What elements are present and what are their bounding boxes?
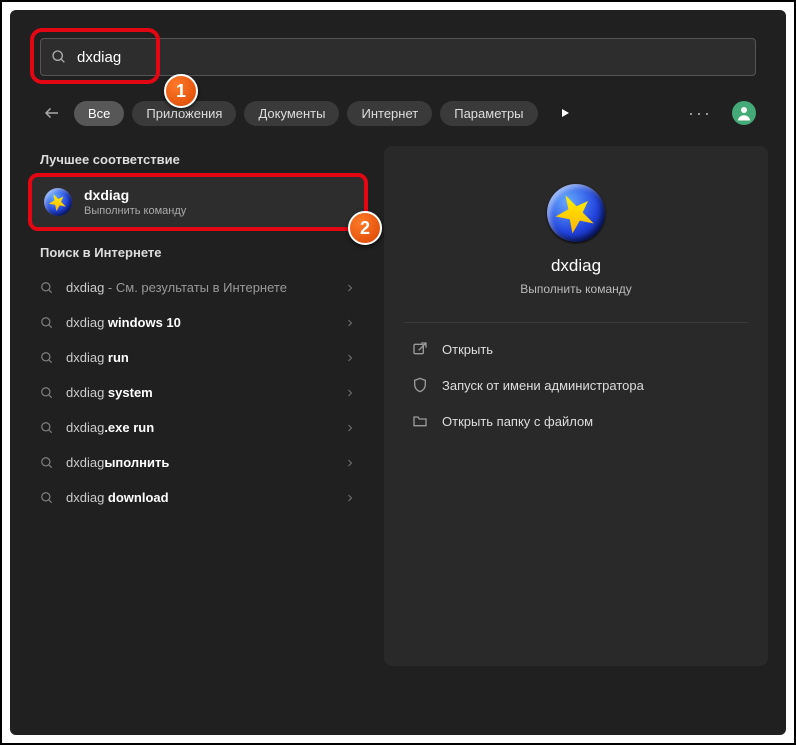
dxdiag-icon <box>44 188 72 216</box>
web-search-item[interactable]: dxdiag run <box>28 340 368 375</box>
annotation-highlight-2 <box>28 173 368 231</box>
search-box[interactable] <box>40 38 756 76</box>
search-icon <box>40 421 54 435</box>
action-folder[interactable]: Открыть папку с файлом <box>408 403 744 439</box>
back-button[interactable] <box>40 101 64 125</box>
play-icon <box>559 107 571 119</box>
web-search-item[interactable]: dxdiag windows 10 <box>28 305 368 340</box>
open-icon <box>412 341 428 357</box>
web-search-item[interactable]: dxdiagыполнить <box>28 445 368 480</box>
more-button[interactable]: ··· <box>688 103 712 124</box>
chevron-right-icon <box>344 387 356 399</box>
chevron-right-icon <box>344 352 356 364</box>
search-icon <box>40 491 54 505</box>
action-label: Открыть папку с файлом <box>442 414 593 429</box>
search-icon <box>40 351 54 365</box>
action-admin[interactable]: Запуск от имени администратора <box>408 367 744 403</box>
best-match-result[interactable]: dxdiag Выполнить команду 2 <box>32 177 364 227</box>
filter-row: ВсеПриложенияДокументыИнтернетПараметры … <box>40 100 756 126</box>
divider <box>404 322 748 323</box>
action-label: Запуск от имени администратора <box>442 378 644 393</box>
web-search-item[interactable]: dxdiag.exe run <box>28 410 368 445</box>
web-search-item[interactable]: dxdiag system <box>28 375 368 410</box>
chevron-right-icon <box>344 492 356 504</box>
filter-tab-документы[interactable]: Документы <box>244 101 339 126</box>
web-search-label: Поиск в Интернете <box>40 245 356 260</box>
detail-subtitle: Выполнить команду <box>408 282 744 296</box>
detail-title: dxdiag <box>408 256 744 276</box>
search-icon <box>40 281 54 295</box>
search-icon <box>40 316 54 330</box>
chevron-right-icon <box>344 282 356 294</box>
search-icon <box>40 386 54 400</box>
action-label: Открыть <box>442 342 493 357</box>
search-icon <box>51 49 67 65</box>
action-open[interactable]: Открыть <box>408 331 744 367</box>
annotation-badge-2: 2 <box>348 211 382 245</box>
chevron-right-icon <box>344 422 356 434</box>
chevron-right-icon <box>344 457 356 469</box>
detail-panel: dxdiag Выполнить команду Открыть Запуск о… <box>384 146 768 666</box>
dxdiag-icon-large <box>547 184 605 242</box>
filter-tab-параметры[interactable]: Параметры <box>440 101 537 126</box>
avatar-icon <box>735 104 753 122</box>
folder-icon <box>412 413 428 429</box>
shield-icon <box>412 377 428 393</box>
best-match-subtitle: Выполнить команду <box>84 205 186 217</box>
filter-tab-все[interactable]: Все <box>74 101 124 126</box>
best-match-title: dxdiag <box>84 187 186 203</box>
best-match-label: Лучшее соответствие <box>40 152 356 167</box>
play-button[interactable] <box>552 100 578 126</box>
search-input[interactable] <box>77 49 745 66</box>
annotation-badge-1: 1 <box>164 74 198 108</box>
web-search-item[interactable]: dxdiag download <box>28 480 368 515</box>
search-icon <box>40 456 54 470</box>
filter-tab-интернет[interactable]: Интернет <box>347 101 432 126</box>
user-avatar[interactable] <box>732 101 756 125</box>
chevron-right-icon <box>344 317 356 329</box>
arrow-left-icon <box>43 104 61 122</box>
web-search-item[interactable]: dxdiag - См. результаты в Интернете <box>28 270 368 305</box>
